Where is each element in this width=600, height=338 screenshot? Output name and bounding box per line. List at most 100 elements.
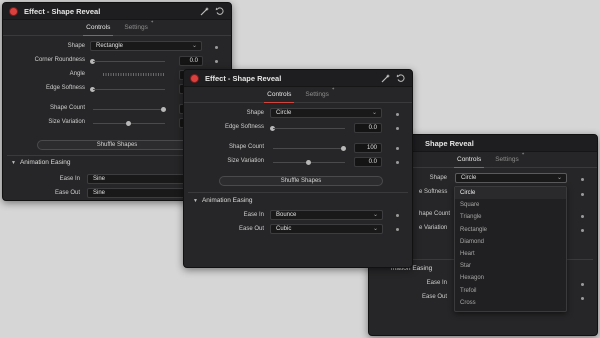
edge-softness-slider-track[interactable] [93,89,165,90]
shape-count-label-partial: hape Count [419,211,451,217]
section-title: Animation Easing [201,197,253,204]
tab-settings[interactable]: Settings ✦ [122,19,154,34]
close-dot-icon[interactable] [9,6,18,16]
shuffle-shapes-button[interactable]: Shuffle Shapes [219,176,383,186]
animation-easing-header[interactable]: ▼ Animation Easing [193,197,253,204]
shape-label: Shape [246,110,264,116]
menu-item-cross[interactable]: Cross [455,297,566,309]
menu-item-diamond[interactable]: Diamond [455,236,566,248]
menu-item-rectangle[interactable]: Rectangle [455,224,566,236]
ease-in-label: Ease In [59,176,80,182]
shape-count-slider-track[interactable] [273,148,345,149]
shape-dropdown-menu: Circle Square Triangle Rectangle Diamond… [454,186,567,312]
tab-controls[interactable]: Controls [453,153,485,168]
edge-softness-field[interactable]: 0.0 [354,123,382,133]
shape-count-field[interactable]: 100 [354,143,382,153]
shape-dropdown[interactable]: Circle ⌄ [270,108,382,118]
ease-in-label: Ease In [426,280,447,286]
animation-easing-header[interactable]: ▼ Animation Easing [11,159,71,166]
keyframe-dot-icon[interactable] [396,228,399,231]
chevron-down-icon: ⌄ [556,175,562,181]
keyframe-dot-icon[interactable] [581,178,584,181]
menu-item-hexagon[interactable]: Hexagon [455,272,566,284]
keyframe-dot-icon[interactable] [581,215,584,218]
tab-bar: Controls Settings ✦ [184,86,412,103]
menu-item-square[interactable]: Square [455,199,566,211]
size-variation-label: Size Variation [48,119,85,125]
shape-value: Rectangle [96,43,124,49]
menu-item-circle[interactable]: Circle [455,187,566,200]
ease-out-value: Cubic [276,226,292,232]
chevron-down-icon: ▼ [193,198,198,204]
shape-label: Shape [429,175,447,181]
panel-title: Effect - Shape Reveal [24,6,101,16]
ease-in-dropdown[interactable]: Bounce ⌄ [270,210,383,220]
tab-bar: Controls Settings ✦ [3,19,231,36]
chevron-down-icon: ⌄ [191,43,197,49]
keyframe-dot-icon[interactable] [581,229,584,232]
size-variation-slider-thumb[interactable] [126,121,131,126]
reset-icon[interactable] [396,73,406,83]
ease-in-value: Sine [93,176,106,182]
ease-out-value: Sine [93,190,106,196]
panel-title: Shape Reveal [425,138,474,148]
ease-in-value: Bounce [276,212,297,218]
magic-wand-icon[interactable] [381,73,391,83]
shape-label: Shape [67,43,85,49]
menu-item-triangle[interactable]: Triangle [455,211,566,223]
panel-titlebar: Effect - Shape Reveal [3,3,231,20]
keyframe-dot-icon[interactable] [581,283,584,286]
corner-roundness-field[interactable]: 0.0 [179,56,203,66]
corner-roundness-label: Corner Roundness [34,57,85,63]
shape-count-slider-track[interactable] [93,109,165,110]
tab-settings-label: Settings [305,91,329,98]
chevron-down-icon: ▼ [11,160,16,166]
size-variation-slider-thumb[interactable] [306,160,311,165]
keyframe-dot-icon[interactable] [396,161,399,164]
ease-out-dropdown[interactable]: Cubic ⌄ [270,224,383,234]
menu-item-trefoil[interactable]: Trefoil [455,285,566,297]
edge-softness-slider-track[interactable] [273,128,345,129]
shape-count-slider-thumb[interactable] [341,146,346,151]
keyframe-dot-icon[interactable] [396,214,399,217]
angle-dial-control[interactable] [103,73,165,76]
modified-star-icon: ✦ [150,19,154,24]
modified-star-icon: ✦ [521,151,525,156]
size-variation-label-partial: e Variation [419,225,448,231]
keyframe-dot-icon[interactable] [396,113,399,116]
tab-settings[interactable]: Settings ✦ [493,151,525,166]
tab-controls[interactable]: Controls [264,88,295,103]
keyframe-dot-icon[interactable] [215,46,218,49]
keyframe-dot-icon[interactable] [215,60,218,63]
shape-count-label: Shape Count [228,144,264,150]
corner-roundness-slider-track[interactable] [93,61,165,62]
ease-out-label: Ease Out [238,226,264,232]
edge-softness-label-partial: e Softness [419,189,448,195]
ease-out-label: Ease Out [421,294,447,300]
shape-dropdown[interactable]: Rectangle ⌄ [90,41,202,51]
modified-star-icon: ✦ [331,86,335,91]
keyframe-dot-icon[interactable] [581,193,584,196]
shape-reveal-panel-2: Effect - Shape Reveal Controls Settings ✦… [183,69,413,268]
chevron-down-icon: ⌄ [372,226,378,232]
menu-item-star[interactable]: Star [455,260,566,272]
reset-icon[interactable] [215,6,225,16]
tab-controls[interactable]: Controls [83,21,114,36]
ease-in-label: Ease In [243,212,264,218]
keyframe-dot-icon[interactable] [396,127,399,130]
shuffle-shapes-button[interactable]: Shuffle Shapes [37,140,197,150]
close-dot-icon[interactable] [190,73,199,83]
shape-count-slider-thumb[interactable] [161,107,166,112]
shape-value: Circle [461,175,477,181]
size-variation-field[interactable]: 0.0 [354,157,382,167]
keyframe-dot-icon[interactable] [396,147,399,150]
panel-titlebar: Effect - Shape Reveal [184,70,412,87]
shape-value: Circle [276,110,292,116]
menu-item-heart[interactable]: Heart [455,248,566,260]
keyframe-dot-icon[interactable] [581,297,584,300]
shape-dropdown[interactable]: Circle ⌄ [455,173,567,183]
chevron-down-icon: ⌄ [371,110,377,116]
magic-wand-icon[interactable] [200,6,210,16]
tab-settings[interactable]: Settings ✦ [303,86,335,101]
ease-out-label: Ease Out [54,190,80,196]
